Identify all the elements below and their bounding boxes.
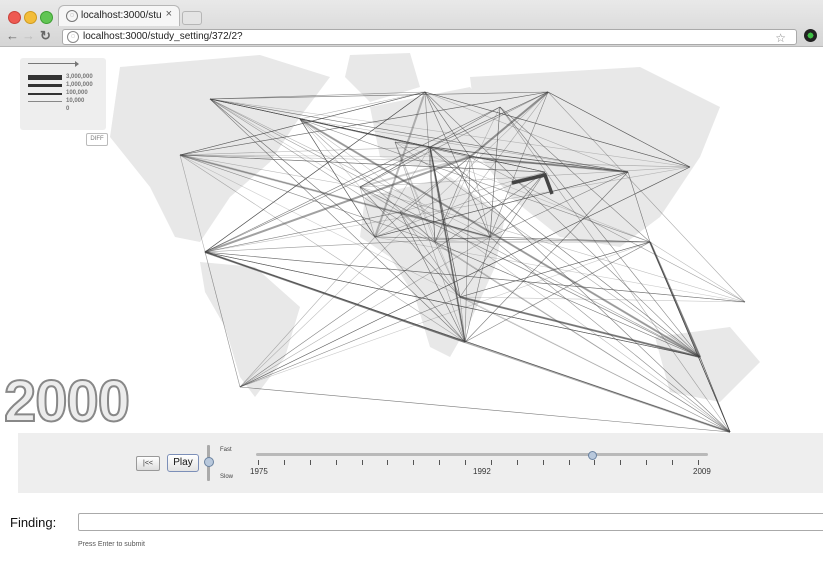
finding-label: Finding: — [10, 515, 57, 530]
timeline-tick — [620, 460, 622, 465]
forward-arrow-icon[interactable]: → — [22, 28, 35, 44]
globe-icon: ◌ — [66, 10, 78, 22]
navigation-bar: ← → ↻ ◌ localhost:3000/study_setting/372… — [0, 27, 823, 46]
minimize-window-button[interactable] — [24, 11, 37, 24]
timeline-tick — [672, 460, 674, 465]
timeline-tick — [594, 460, 596, 465]
legend-line — [28, 101, 62, 102]
play-button[interactable]: Play — [167, 454, 199, 472]
legend-label: 1,000,000 — [66, 82, 93, 88]
bookmark-star-icon[interactable]: ☆ — [775, 31, 786, 45]
timeline-tick — [309, 460, 311, 465]
legend-row: 100,000 — [28, 89, 106, 97]
timeline-tick — [439, 460, 441, 465]
legend-row: 3,000,000 — [28, 73, 106, 81]
timeline-tick — [335, 460, 337, 465]
finding-input[interactable] — [78, 513, 823, 531]
timeline-tick — [413, 460, 415, 465]
continents — [110, 53, 760, 402]
timeline-tick — [646, 460, 648, 465]
timeline-tick — [490, 460, 492, 465]
legend-label: 100,000 — [66, 90, 88, 96]
current-year: 2000 — [3, 369, 131, 434]
timeline-tick — [698, 460, 699, 465]
timeline-tick — [516, 460, 518, 465]
legend-line — [28, 84, 62, 87]
reload-icon[interactable]: ↻ — [40, 28, 51, 44]
speed-fast-label: Fast — [220, 447, 232, 453]
australia — [655, 327, 760, 402]
legend-label: 0 — [66, 106, 70, 112]
flow-line — [239, 386, 731, 433]
timeline-ticks — [258, 460, 710, 466]
timeline-mid-label: 1992 — [473, 467, 491, 476]
legend: 3,000,000 1,000,000 100,000 10,000 0 — [20, 58, 106, 130]
playback-controls: |<< Play Fast Slow 1975 1992 2009 — [18, 433, 823, 493]
diff-button[interactable]: DIFF — [86, 133, 108, 146]
page-info-icon: ◌ — [67, 31, 79, 43]
timeline-tick — [361, 460, 363, 465]
legend-row: 0 — [28, 105, 106, 113]
timeline-slider[interactable] — [256, 453, 708, 456]
legend-row: 1,000,000 — [28, 81, 106, 89]
browser-tab[interactable]: ◌ localhost:3000/study_settin × — [58, 5, 180, 26]
legend-label: 3,000,000 — [66, 74, 93, 80]
extension-icon[interactable] — [804, 29, 817, 42]
timeline-tick — [568, 460, 570, 465]
timeline-slider-handle[interactable] — [587, 451, 597, 460]
browser-chrome: ◌ localhost:3000/study_settin × ← → ↻ ◌ … — [0, 0, 823, 47]
timeline-start-label: 1975 — [250, 467, 268, 476]
timeline-tick — [465, 460, 467, 465]
tab-close-icon[interactable]: × — [166, 8, 172, 20]
flow-line — [459, 296, 701, 358]
timeline-tick — [283, 460, 285, 465]
legend-line — [28, 75, 62, 80]
url-text: localhost:3000/study_setting/372/2? — [83, 31, 243, 42]
timeline-tick — [258, 460, 259, 465]
timeline-tick — [542, 460, 544, 465]
new-tab-button[interactable] — [182, 11, 202, 25]
speed-slider-handle[interactable] — [204, 457, 214, 467]
legend-label: 10,000 — [66, 98, 85, 104]
direction-arrow-icon — [28, 61, 79, 67]
south-america — [200, 262, 300, 397]
speed-slow-label: Slow — [220, 474, 234, 480]
close-window-button[interactable] — [8, 11, 21, 24]
submit-hint: Press Enter to submit — [78, 541, 145, 548]
timeline-end-label: 2009 — [693, 467, 711, 476]
legend-row: 10,000 — [28, 97, 106, 105]
rewind-button[interactable]: |<< — [136, 456, 160, 471]
legend-line — [28, 93, 62, 95]
zoom-window-button[interactable] — [40, 11, 53, 24]
address-bar[interactable]: ◌ localhost:3000/study_setting/372/2? ☆ — [62, 29, 797, 45]
tab-title: localhost:3000/study_settin — [81, 10, 161, 21]
back-arrow-icon[interactable]: ← — [6, 28, 19, 44]
timeline-tick — [387, 460, 389, 465]
